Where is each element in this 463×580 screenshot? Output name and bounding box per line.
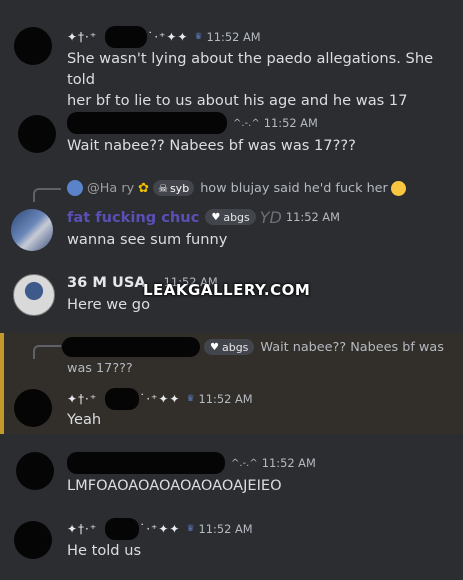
timestamp: 11:52 AM [285, 210, 340, 224]
heart-icon: ♥ [210, 341, 219, 353]
username-decoration-right: ˙·⁺✦✦ [139, 392, 181, 406]
timestamp: 11:52 AM [206, 30, 261, 44]
reply-tag: ☠ syb [153, 180, 195, 196]
message-header: ✦†·⁺ ˙·⁺✦✦ ♛ 11:52 AM [67, 26, 261, 48]
message-7[interactable]: ✦†·⁺ ˙·⁺✦✦ ♛ 11:52 AM He told us [0, 508, 463, 580]
username-decoration: ^.-.^ [231, 457, 258, 469]
timestamp: 11:52 AM [261, 456, 316, 470]
avatar[interactable] [18, 115, 56, 153]
username-decoration-left: ✦†·⁺ [67, 392, 98, 406]
message-2[interactable]: ^.-.^ 11:52 AM Wait nabee?? Nabees bf wa… [0, 110, 463, 170]
avatar[interactable] [14, 27, 52, 65]
message-1[interactable]: ✦†·⁺ ˙·⁺✦✦ ♛ 11:52 AM She wasn't lying a… [0, 0, 463, 110]
avatar[interactable] [14, 389, 52, 427]
message-line-1: She wasn't lying about the paedo allegat… [67, 50, 434, 88]
message-header: fat fucking chuc ♥ abgs YD 11:52 AM [67, 207, 340, 227]
redacted-username [67, 452, 225, 474]
redacted-username [105, 388, 140, 410]
username[interactable]: 36 M USA [67, 274, 146, 291]
message-text: She wasn't lying about the paedo allegat… [67, 48, 453, 111]
message-header: ^.-.^ 11:52 AM [67, 452, 316, 474]
timestamp: 11:52 AM [198, 522, 253, 536]
avatar[interactable] [11, 209, 53, 251]
redacted-username [105, 26, 148, 48]
timestamp: 11:52 AM [263, 116, 318, 130]
message-text: wanna see sum funny [67, 231, 228, 248]
heart-icon: ♥ [211, 211, 221, 223]
skull-icon: ☠ [158, 181, 168, 195]
username-decoration: ^.-.^ [233, 117, 260, 129]
redacted-username [105, 518, 140, 540]
message-header: ^.-.^ 11:52 AM [67, 112, 318, 134]
message-text: Yeah [67, 411, 102, 428]
message-3[interactable]: @Ha ry ✿ ☠ syb how blujay said he'd fuck … [0, 172, 463, 262]
crown-icon: ♛ [194, 32, 203, 42]
message-text: LMFOAOAOAOAOAOAOAJEIEO [67, 477, 282, 494]
reply-text-1: Wait nabee?? Nabees bf was [260, 339, 444, 355]
username-decoration-left: ✦†·⁺ [67, 30, 98, 44]
reply-connector [33, 345, 61, 359]
reply-text-2: was 17??? [67, 361, 133, 376]
message-text: Wait nabee?? Nabees bf was was 17??? [67, 137, 356, 154]
role-badge-text: abgs [223, 210, 250, 224]
crying-emoji-icon [390, 180, 406, 196]
message-header: ✦†·⁺ ˙·⁺✦✦ ♛ 11:52 AM [67, 388, 253, 410]
watermark: LEAKGALLERY.COM [143, 281, 311, 299]
username-extra: YD [259, 207, 282, 227]
avatar[interactable] [16, 452, 54, 490]
role-badge: ♥ abgs [205, 209, 256, 225]
avatar[interactable] [14, 521, 52, 559]
message-line-2: her bf to lie to us about his age and he… [67, 92, 408, 109]
message-5[interactable]: ♥ abgs Wait nabee?? Nabees bf was was 17?… [0, 333, 463, 434]
username-decoration-right: ˙·⁺✦✦ [147, 30, 189, 44]
redacted-reply-username [62, 337, 200, 357]
reply-tag-text: syb [169, 181, 190, 195]
message-header: ✦†·⁺ ˙·⁺✦✦ ♛ 11:52 AM [67, 518, 253, 540]
sunflower-icon: ✿ [138, 180, 150, 196]
crown-icon: ♛ [186, 394, 195, 404]
reply-handle: @Ha ry [87, 180, 135, 196]
timestamp: 11:52 AM [198, 392, 253, 406]
reply-text: how blujay said he'd fuck her [200, 180, 388, 196]
reply-avatar [67, 180, 83, 196]
message-text: He told us [67, 542, 142, 559]
username-decoration-left: ✦†·⁺ [67, 522, 98, 536]
reply-preview[interactable]: @Ha ry ✿ ☠ syb how blujay said he'd fuck … [67, 178, 406, 198]
reply-connector [33, 188, 61, 202]
reply-preview[interactable]: ♥ abgs Wait nabee?? Nabees bf was [62, 337, 444, 357]
username-decoration-right: ˙·⁺✦✦ [139, 522, 181, 536]
avatar[interactable] [13, 274, 55, 316]
username[interactable]: fat fucking chuc [67, 209, 199, 226]
message-6[interactable]: ^.-.^ 11:52 AM LMFOAOAOAOAOAOAOAJEIEO [0, 448, 463, 508]
crown-icon: ♛ [186, 524, 195, 534]
reply-role-badge-text: abgs [221, 340, 249, 354]
redacted-username [67, 112, 227, 134]
reply-role-badge: ♥ abgs [204, 339, 255, 355]
